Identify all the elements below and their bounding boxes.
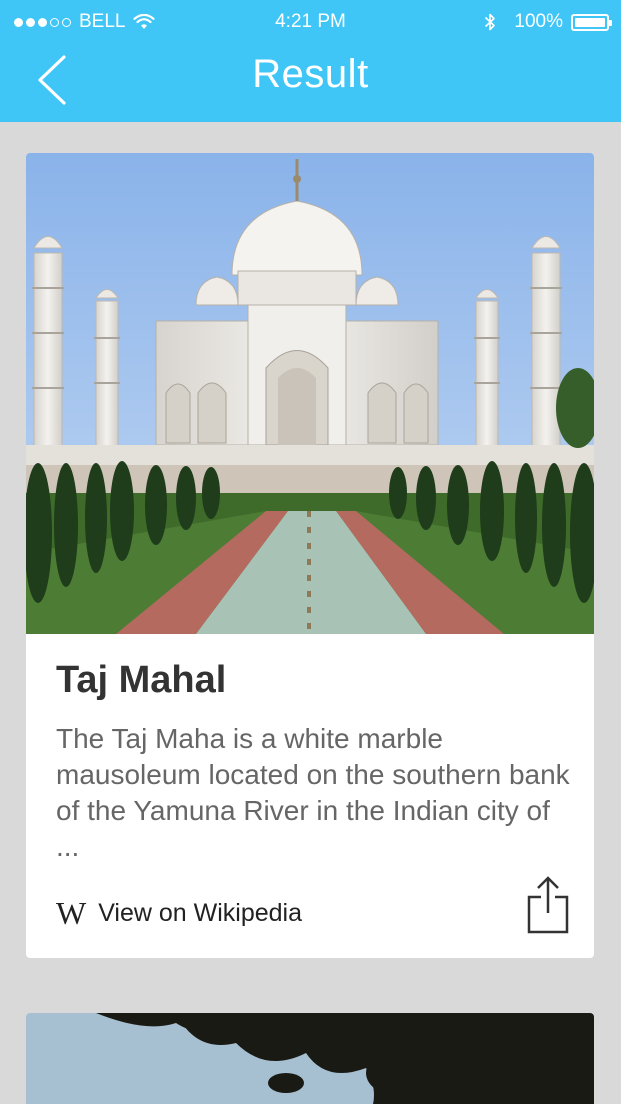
status-bar: BELL 4:21 PM 100% xyxy=(0,0,621,44)
card-description: The Taj Maha is a white marble mausoleum… xyxy=(56,723,570,862)
battery-tip xyxy=(609,19,612,26)
status-right: 100% xyxy=(484,11,612,33)
next-result-photo xyxy=(26,1013,594,1104)
wikipedia-link-label: View on Wikipedia xyxy=(98,899,303,927)
view-on-wikipedia-link[interactable]: W View on Wikipedia xyxy=(56,895,302,932)
wikipedia-icon: W xyxy=(56,895,86,931)
battery-icon xyxy=(571,13,612,31)
result-card[interactable]: Taj Mahal The Taj Maha is a white marble… xyxy=(26,153,594,958)
share-icon xyxy=(527,876,569,934)
card-title: Taj Mahal xyxy=(56,659,227,701)
bluetooth-icon xyxy=(485,13,496,31)
battery-percent: 100% xyxy=(514,11,563,32)
taj-mahal-photo xyxy=(26,153,594,634)
app-header: BELL 4:21 PM 100% Result xyxy=(0,0,621,122)
share-button[interactable] xyxy=(524,875,572,935)
page-title: Result xyxy=(252,52,369,96)
result-card-2[interactable] xyxy=(26,1013,594,1104)
battery-level xyxy=(575,17,605,27)
